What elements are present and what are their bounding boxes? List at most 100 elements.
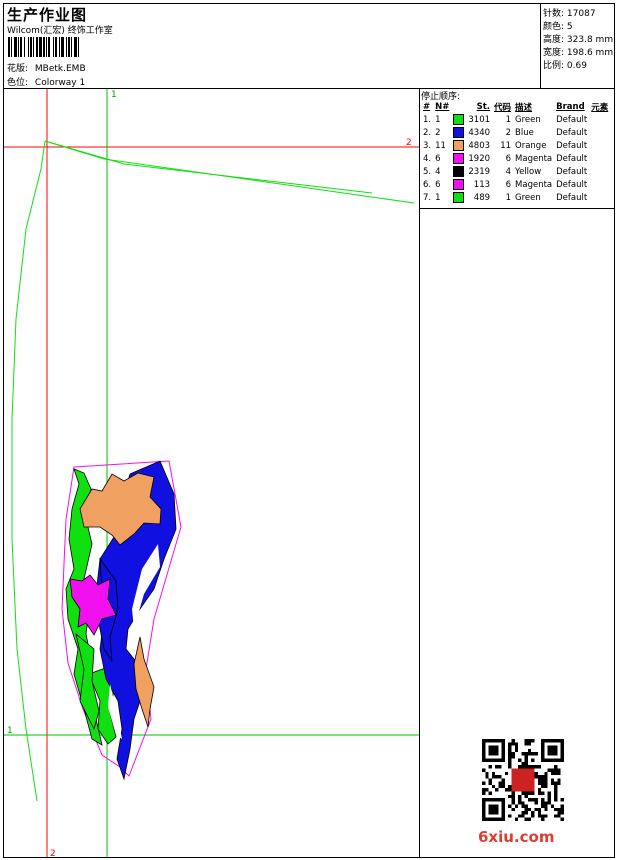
barcode-bar bbox=[48, 37, 50, 57]
qr-module bbox=[482, 755, 486, 759]
qr-module bbox=[508, 784, 512, 789]
barcode-bar bbox=[39, 37, 42, 57]
qr-module bbox=[541, 742, 545, 746]
qr-module bbox=[501, 804, 505, 808]
qr-module bbox=[508, 755, 512, 759]
qr-module bbox=[498, 798, 502, 802]
qr-module bbox=[488, 804, 492, 808]
stop-code: 1 bbox=[505, 192, 512, 203]
stop-row: 1. 1 3101 1 Green Default bbox=[421, 113, 610, 126]
qr-module bbox=[524, 739, 528, 743]
qr-module bbox=[544, 814, 548, 818]
qr-module bbox=[501, 742, 505, 746]
stop-desc: Green bbox=[515, 114, 541, 125]
qr-module bbox=[524, 758, 528, 762]
qr-module bbox=[514, 817, 519, 821]
qr-module bbox=[495, 788, 499, 792]
qr-module bbox=[482, 817, 486, 821]
col-stitches: St. bbox=[476, 102, 491, 112]
qr-module bbox=[482, 798, 486, 802]
qr-module bbox=[521, 765, 525, 769]
qr-module bbox=[554, 752, 558, 756]
qr-module bbox=[554, 758, 558, 762]
qr-module bbox=[495, 739, 499, 743]
qr-module bbox=[488, 781, 492, 785]
stop-swatch bbox=[451, 178, 466, 191]
stop-brand: Default bbox=[556, 140, 588, 151]
color-swatch bbox=[453, 166, 465, 177]
qr-module bbox=[554, 807, 558, 812]
qr-module bbox=[488, 765, 492, 769]
qr-module bbox=[511, 752, 515, 756]
qr-module bbox=[560, 807, 564, 812]
qr-module bbox=[518, 794, 522, 799]
qr-module bbox=[495, 775, 499, 779]
watermark-logo: 6xiu.com bbox=[478, 828, 555, 846]
qr-module bbox=[554, 798, 558, 802]
qr-module bbox=[521, 814, 525, 818]
stop-element bbox=[589, 191, 610, 204]
qr-module bbox=[554, 784, 558, 789]
qr-module bbox=[524, 807, 528, 812]
qr-module bbox=[541, 778, 545, 782]
qr-module bbox=[554, 771, 558, 776]
qr-module bbox=[508, 752, 512, 756]
qr-module bbox=[482, 807, 486, 812]
qr-module bbox=[554, 781, 558, 785]
color-swatch bbox=[453, 140, 465, 151]
qr-module bbox=[482, 748, 486, 753]
qr-center-stamp bbox=[511, 768, 535, 792]
panel-divider bbox=[419, 88, 420, 858]
qr-module bbox=[501, 755, 505, 759]
qr-module bbox=[488, 752, 492, 756]
qr-module bbox=[495, 804, 499, 808]
qr-module bbox=[498, 765, 502, 769]
qr-module bbox=[554, 794, 558, 799]
qr-module bbox=[491, 745, 496, 749]
qr-module bbox=[491, 748, 496, 753]
qr-module bbox=[547, 801, 551, 805]
design-canvas: 1 1 2 2 bbox=[4, 89, 419, 857]
qr-module bbox=[527, 765, 532, 769]
stop-desc: Yellow bbox=[515, 166, 542, 177]
qr-module bbox=[547, 748, 551, 753]
stop-needle: 1 bbox=[435, 192, 441, 203]
qr-module bbox=[488, 778, 492, 782]
qr-module bbox=[501, 817, 505, 821]
stop-desc: Orange bbox=[515, 140, 547, 151]
qr-module bbox=[537, 778, 542, 782]
barcode-bar bbox=[66, 37, 67, 57]
qr-module bbox=[537, 791, 542, 795]
qr-module bbox=[511, 794, 515, 799]
qr-module bbox=[527, 817, 532, 821]
qr-module bbox=[544, 739, 548, 743]
col-code: 代码 bbox=[494, 103, 512, 113]
width-value: 198.6 mm bbox=[566, 48, 614, 58]
qr-module bbox=[482, 739, 486, 743]
qr-module bbox=[537, 765, 542, 769]
qr-module bbox=[550, 739, 555, 743]
barcode-bar bbox=[18, 37, 19, 57]
stop-needle: 1 bbox=[435, 114, 441, 125]
qr-module bbox=[511, 798, 515, 802]
qr-module bbox=[524, 765, 528, 769]
color-swatch bbox=[453, 114, 465, 125]
stop-index: 4. bbox=[423, 153, 432, 164]
qr-module bbox=[547, 745, 551, 749]
qr-module bbox=[541, 752, 545, 756]
stop-index: 2. bbox=[423, 127, 432, 138]
stop-index: 1. bbox=[423, 114, 432, 125]
qr-module bbox=[504, 788, 509, 792]
qr-module bbox=[482, 742, 486, 746]
qr-module bbox=[554, 739, 558, 743]
col-needle: N# bbox=[435, 102, 450, 112]
qr-module bbox=[518, 765, 522, 769]
height-row: 高度: 323.8 mm bbox=[543, 32, 613, 45]
color-swatch bbox=[453, 153, 465, 164]
qr-module bbox=[488, 807, 492, 812]
qr-module bbox=[501, 807, 505, 812]
barcode-bar bbox=[20, 37, 22, 57]
stop-desc: Blue bbox=[515, 127, 534, 138]
qr-module bbox=[485, 758, 489, 762]
stop-code: 2 bbox=[505, 127, 512, 138]
